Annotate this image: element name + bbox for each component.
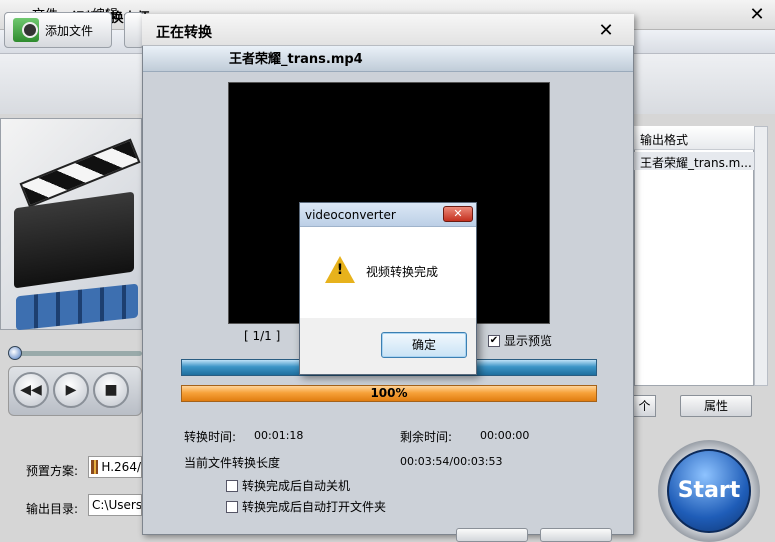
auto-open-folder-checkbox[interactable]: 转换完成后自动打开文件夹 (226, 498, 386, 515)
warning-icon-mark: ! (336, 262, 344, 278)
dialog-title-bar (142, 14, 634, 46)
stop-icon[interactable]: ■ (93, 372, 129, 408)
dialog-button-1[interactable] (456, 528, 528, 542)
add-file-icon (13, 18, 39, 42)
file-list-row[interactable]: 王者荣耀_trans.m... (634, 152, 754, 170)
elapsed-label: 转换时间: (184, 430, 237, 444)
film-icon (91, 460, 99, 474)
remaining-label: 剩余时间: (400, 430, 453, 444)
checkbox-checked-icon[interactable]: ✔ (488, 334, 500, 347)
play-icon[interactable]: ▶ (53, 372, 89, 408)
clapperboard-icon (14, 191, 134, 289)
main-close-icon[interactable]: ✕ (745, 4, 769, 26)
elapsed-value: 00:01:18 (254, 429, 304, 442)
auto-shutdown-label: 转换完成后自动关机 (242, 479, 351, 493)
preset-select[interactable]: H.264/ (88, 456, 142, 478)
dialog-title: 正在转换 (156, 25, 212, 41)
seek-slider[interactable] (8, 351, 142, 356)
total-progress-bar: 100% (181, 385, 597, 402)
auto-shutdown-checkbox[interactable]: 转换完成后自动关机 (226, 477, 350, 494)
start-button[interactable]: Start (667, 449, 751, 533)
length-value: 00:03:54/00:03:53 (400, 455, 503, 468)
file-counter: [ 1/1 ] (244, 329, 281, 343)
seek-slider-handle[interactable] (8, 346, 22, 360)
message-box-title: videoconverter (305, 208, 396, 222)
add-file-button[interactable]: 添加文件 (4, 12, 112, 48)
show-preview-checkbox[interactable]: ✔ 显示预览 (488, 332, 552, 349)
output-dir-input[interactable]: C:\Users (88, 494, 142, 516)
auto-open-folder-label: 转换完成后自动打开文件夹 (242, 500, 387, 514)
toolbar-button-2[interactable] (124, 12, 144, 48)
message-box-close-icon[interactable]: ✕ (443, 206, 473, 222)
remaining-value: 00:00:00 (480, 429, 530, 442)
dialog-button-2[interactable] (540, 528, 612, 542)
preset-value: H.264/ (101, 460, 141, 474)
file-name-bar (143, 46, 633, 72)
column-header-output-format[interactable]: 输出格式 (634, 126, 754, 150)
dialog-close-icon[interactable]: ✕ (594, 20, 618, 42)
converting-file-name: 王者荣耀_trans.mp4 (229, 52, 363, 67)
checkbox-icon[interactable] (226, 479, 238, 492)
output-dir-label: 输出目录: (26, 502, 79, 516)
file-list-scrollbar[interactable] (754, 126, 768, 386)
show-preview-label: 显示预览 (504, 334, 553, 348)
ok-button[interactable]: 确定 (381, 332, 467, 358)
add-file-label: 添加文件 (45, 23, 94, 38)
properties-button[interactable]: 属性 (680, 395, 752, 417)
length-label: 当前文件转换长度 (184, 456, 281, 470)
message-text: 视频转换完成 (366, 265, 439, 279)
rewind-icon[interactable]: ◀◀ (13, 372, 49, 408)
checkbox-icon[interactable] (226, 500, 238, 513)
preset-label: 预置方案: (26, 464, 79, 478)
count-button[interactable]: 个 (634, 395, 656, 417)
